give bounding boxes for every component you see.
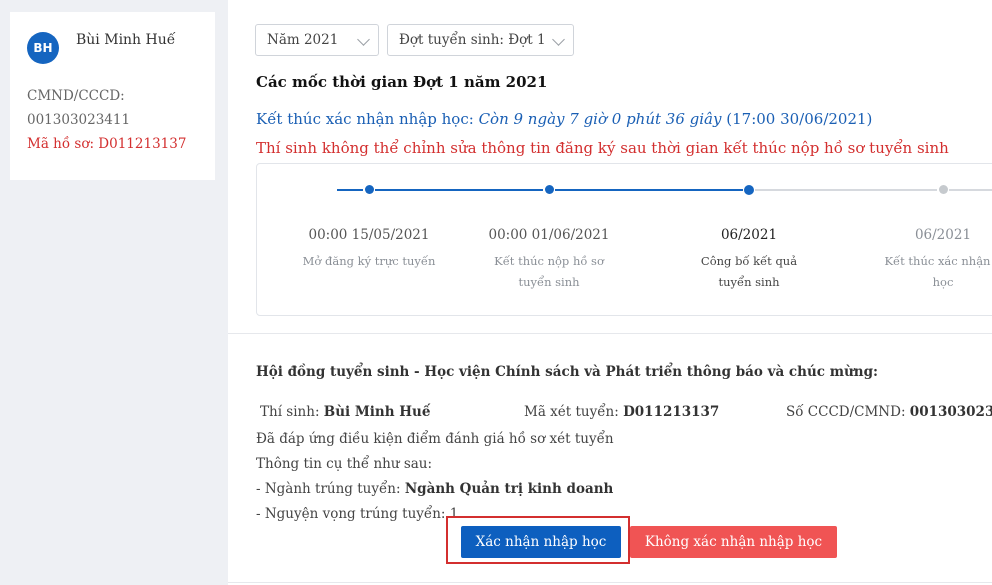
profile-id-value: 001303023411 [27, 112, 131, 128]
timeline-step-date: 00:00 01/06/2021 [488, 227, 610, 243]
timeline-track-segment [949, 189, 992, 191]
chevron-down-icon [357, 33, 370, 46]
bottom-divider [228, 582, 992, 583]
id-number-value: 001303023 [909, 404, 992, 420]
chevron-down-icon [552, 33, 565, 46]
profile-id-label: CMND/CCCD: [27, 88, 125, 104]
details-intro-text: Thông tin cụ thể như sau: [256, 456, 433, 472]
profile-application-code: Mã hồ sơ: D011213137 [27, 136, 187, 152]
edit-warning: Thí sinh không thể chỉnh sửa thông tin đ… [256, 139, 949, 157]
major-label: - Ngành trúng tuyển: [256, 481, 405, 497]
timeline-title: Các mốc thời gian Đợt 1 năm 2021 [256, 73, 548, 91]
timeline-step-date: 00:00 15/05/2021 [308, 227, 430, 243]
timeline-step-date: 06/2021 [720, 227, 778, 243]
timeline-step-dot [938, 185, 948, 194]
profile-card: BH Bùi Minh Huế CMND/CCCD: 001303023411 … [10, 12, 215, 180]
timeline-step-dot [544, 185, 554, 194]
candidate-name-value: Bùi Minh Huế [323, 404, 431, 420]
timeline-step-dot [364, 185, 374, 194]
main-content: Năm 2021 Đợt tuyển sinh: Đợt 1 Các mốc t… [228, 0, 992, 585]
timeline-track-segment [755, 189, 937, 191]
year-select[interactable]: Năm 2021 [255, 24, 379, 56]
avatar: BH [27, 32, 59, 64]
deadline-datetime: (17:00 30/06/2021) [721, 110, 873, 128]
candidate-name-field: Thí sinh: Bùi Minh Huế [260, 404, 430, 420]
timeline-track-segment [337, 189, 363, 191]
profile-name: Bùi Minh Huế [76, 32, 176, 48]
section-divider [228, 333, 992, 334]
id-number-field: Số CCCD/CMND: 001303023 [786, 404, 992, 420]
announcement-title: Hội đồng tuyển sinh - Học viện Chính sác… [256, 364, 879, 380]
deadline-countdown: Còn 9 ngày 7 giờ 0 phút 36 giây [478, 110, 722, 128]
timeline-track-segment [375, 189, 543, 191]
timeline-track-segment [555, 189, 743, 191]
timeline-step-date: 06/2021 [914, 227, 972, 243]
timeline-step-dot [744, 184, 754, 195]
deadline-info: Kết thúc xác nhận nhập học: Còn 9 ngày 7… [256, 110, 872, 128]
wish-label: - Nguyện vọng trúng tuyển: [256, 506, 450, 522]
deadline-prefix: Kết thúc xác nhận nhập học: [256, 110, 479, 128]
timeline-steps: 00:00 15/05/2021 Mở đăng ký trực tuyến 00:… [256, 163, 992, 316]
confirm-enrollment-button[interactable]: Xác nhận nhập học [461, 526, 621, 558]
timeline-step-label: Kết thúc nộp hồ sơ tuyển sinh [494, 254, 604, 289]
timeline-step-label: Mở đăng ký trực tuyến [302, 254, 436, 268]
id-number-label: Số CCCD/CMND: [786, 404, 910, 420]
decline-enrollment-button[interactable]: Không xác nhận nhập học [630, 526, 837, 558]
exam-code-value: D011213137 [623, 404, 720, 420]
round-select[interactable]: Đợt tuyển sinh: Đợt 1 [387, 24, 574, 56]
exam-code-field: Mã xét tuyển: D011213137 [524, 404, 719, 420]
round-select-value: Đợt tuyển sinh: Đợt 1 [399, 32, 546, 48]
year-select-value: Năm 2021 [267, 32, 339, 48]
candidate-name-label: Thí sinh: [260, 404, 324, 420]
timeline-step-label: Kết thúc xác nhận n học [884, 254, 992, 289]
admitted-wish-line: - Nguyện vọng trúng tuyển: 1 [256, 506, 458, 522]
timeline-step-label: Công bố kết quả tuyển sinh [700, 254, 798, 289]
admitted-major-line: - Ngành trúng tuyển: Ngành Quản trị kinh… [256, 481, 613, 497]
exam-code-label: Mã xét tuyển: [524, 404, 624, 420]
major-value: Ngành Quản trị kinh doanh [404, 481, 614, 497]
eligibility-text: Đã đáp ứng điều kiện điểm đánh giá hồ sơ… [256, 431, 614, 447]
